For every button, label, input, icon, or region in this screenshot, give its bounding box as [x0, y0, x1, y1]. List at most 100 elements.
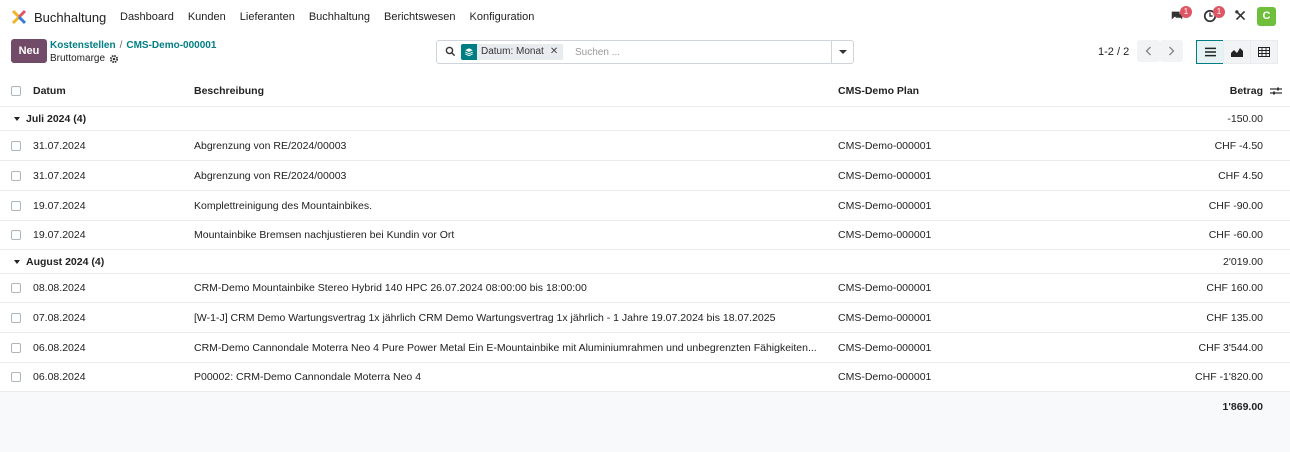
- row-plan: CMS-Demo-000001: [838, 311, 932, 324]
- menu-kunden[interactable]: Kunden: [188, 11, 226, 23]
- list-footer: 1'869.00: [0, 392, 1290, 422]
- breadcrumb-current[interactable]: CMS-Demo-000001: [126, 40, 216, 51]
- row-description: P00002: CRM-Demo Cannondale Moterra Neo …: [194, 371, 422, 383]
- group-row-juli[interactable]: Juli 2024 (4) -150.00: [0, 107, 1290, 131]
- row-checkbox[interactable]: [11, 230, 21, 240]
- column-header-description[interactable]: Beschreibung: [194, 85, 264, 97]
- app-name[interactable]: Buchhaltung: [34, 10, 106, 25]
- breadcrumb-kostenstellen[interactable]: Kostenstellen: [50, 40, 116, 51]
- pager-next[interactable]: [1160, 40, 1183, 62]
- menu-lieferanten[interactable]: Lieferanten: [240, 11, 295, 23]
- table-row[interactable]: 19.07.2024 Mountainbike Bremsen nachjust…: [0, 221, 1290, 250]
- search-bar[interactable]: Datum: Monat ✕: [436, 40, 854, 64]
- pager-previous[interactable]: [1137, 40, 1160, 62]
- row-date: 19.07.2024: [33, 229, 86, 241]
- accounting-app-icon[interactable]: [11, 9, 27, 25]
- row-amount: CHF -60.00: [1208, 229, 1263, 241]
- activity-badge: 1: [1213, 6, 1225, 18]
- table-header: Datum Beschreibung CMS-Demo Plan Betrag: [0, 76, 1290, 107]
- caret-down-icon: [838, 50, 847, 54]
- row-date: 19.07.2024: [33, 199, 86, 212]
- row-plan: CMS-Demo-000001: [838, 341, 932, 354]
- grand-total: 1'869.00: [1222, 401, 1263, 413]
- caret-down-icon: [14, 259, 20, 264]
- table-icon: [1258, 47, 1270, 57]
- search-facet: Datum: Monat ✕: [461, 44, 564, 60]
- row-date: 06.08.2024: [33, 371, 86, 383]
- facet-label: Datum: Monat: [477, 44, 548, 60]
- column-header-date[interactable]: Datum: [33, 85, 66, 97]
- row-checkbox[interactable]: [11, 372, 21, 382]
- row-plan: CMS-Demo-000001: [838, 139, 932, 152]
- search-options-toggle[interactable]: [831, 41, 853, 63]
- row-description: Mountainbike Bremsen nachjustieren bei K…: [194, 229, 455, 241]
- chevron-right-icon: [1169, 46, 1175, 56]
- row-plan: CMS-Demo-000001: [838, 169, 932, 182]
- optional-columns-icon[interactable]: [1270, 86, 1282, 96]
- pivot-view-button[interactable]: [1250, 40, 1278, 64]
- gear-icon[interactable]: [109, 54, 119, 64]
- list-view-button[interactable]: [1196, 40, 1224, 64]
- group-total: -150.00: [1227, 112, 1263, 125]
- row-plan: CMS-Demo-000001: [838, 199, 932, 212]
- row-checkbox[interactable]: [11, 342, 21, 353]
- row-date: 06.08.2024: [33, 341, 86, 354]
- user-avatar[interactable]: C: [1257, 7, 1276, 26]
- row-checkbox[interactable]: [11, 140, 21, 151]
- row-checkbox[interactable]: [11, 170, 21, 181]
- facet-remove-icon[interactable]: ✕: [547, 44, 564, 60]
- table-row[interactable]: 31.07.2024 Abgrenzung von RE/2024/00003 …: [0, 131, 1290, 161]
- row-description: Abgrenzung von RE/2024/00003: [194, 169, 347, 182]
- breadcrumb: Kostenstellen / CMS-Demo-000001: [50, 40, 216, 51]
- list-icon: [1204, 47, 1216, 57]
- area-chart-icon: [1231, 48, 1243, 57]
- activity-button[interactable]: 1: [1203, 6, 1225, 25]
- page-title: Bruttomarge: [50, 53, 119, 64]
- group-row-august[interactable]: August 2024 (4) 2'019.00: [0, 250, 1290, 274]
- row-plan: CMS-Demo-000001: [838, 282, 932, 294]
- row-plan: CMS-Demo-000001: [838, 229, 932, 241]
- row-amount: CHF 160.00: [1206, 282, 1263, 294]
- table-row[interactable]: 07.08.2024 [W-1-J] CRM Demo Wartungsvert…: [0, 303, 1290, 333]
- menu-dashboard[interactable]: Dashboard: [120, 11, 174, 23]
- search-icon: [445, 46, 456, 57]
- chat-button[interactable]: 1: [1170, 6, 1192, 25]
- row-checkbox[interactable]: [11, 200, 21, 211]
- graph-view-button[interactable]: [1223, 40, 1251, 64]
- table-row[interactable]: 31.07.2024 Abgrenzung von RE/2024/00003 …: [0, 161, 1290, 191]
- search-input[interactable]: [575, 44, 825, 60]
- menu-berichtswesen[interactable]: Berichtswesen: [384, 11, 456, 23]
- group-total: 2'019.00: [1223, 255, 1263, 268]
- row-date: 31.07.2024: [33, 169, 86, 182]
- row-plan: CMS-Demo-000001: [838, 371, 932, 383]
- row-description: Abgrenzung von RE/2024/00003: [194, 139, 347, 152]
- column-header-plan[interactable]: CMS-Demo Plan: [838, 85, 919, 97]
- tools-icon: [1235, 10, 1246, 21]
- new-button[interactable]: Neu: [11, 39, 47, 63]
- row-description: [W-1-J] CRM Demo Wartungsvertrag 1x jähr…: [194, 311, 776, 324]
- tools-button[interactable]: [1234, 9, 1250, 25]
- row-amount: CHF -1'820.00: [1195, 371, 1263, 383]
- page-title-text: Bruttomarge: [50, 53, 106, 64]
- group-label: Juli 2024 (4): [14, 113, 86, 125]
- row-amount: CHF -90.00: [1208, 199, 1263, 212]
- group-label: August 2024 (4): [14, 256, 104, 268]
- row-checkbox[interactable]: [11, 283, 21, 293]
- pager-value[interactable]: 1-2 / 2: [1098, 46, 1129, 58]
- row-date: 08.08.2024: [33, 282, 86, 294]
- top-navbar: Buchhaltung Dashboard Kunden Lieferanten…: [0, 0, 1290, 34]
- table-row[interactable]: 06.08.2024 P00002: CRM-Demo Cannondale M…: [0, 363, 1290, 392]
- menu-konfiguration[interactable]: Konfiguration: [470, 11, 535, 23]
- control-panel: Neu Kostenstellen / CMS-Demo-000001 Brutto…: [0, 34, 1290, 76]
- row-checkbox[interactable]: [11, 312, 21, 323]
- row-amount: CHF -4.50: [1214, 139, 1263, 152]
- table-row[interactable]: 08.08.2024 CRM-Demo Mountainbike Stereo …: [0, 274, 1290, 303]
- caret-down-icon: [14, 116, 20, 121]
- chat-badge: 1: [1180, 6, 1192, 18]
- row-date: 07.08.2024: [33, 311, 86, 324]
- table-row[interactable]: 06.08.2024 CRM-Demo Cannondale Moterra N…: [0, 333, 1290, 363]
- column-header-amount[interactable]: Betrag: [1230, 85, 1263, 97]
- select-all-checkbox[interactable]: [11, 86, 21, 96]
- menu-buchhaltung[interactable]: Buchhaltung: [309, 11, 370, 23]
- table-row[interactable]: 19.07.2024 Komplettreinigung des Mountai…: [0, 191, 1290, 221]
